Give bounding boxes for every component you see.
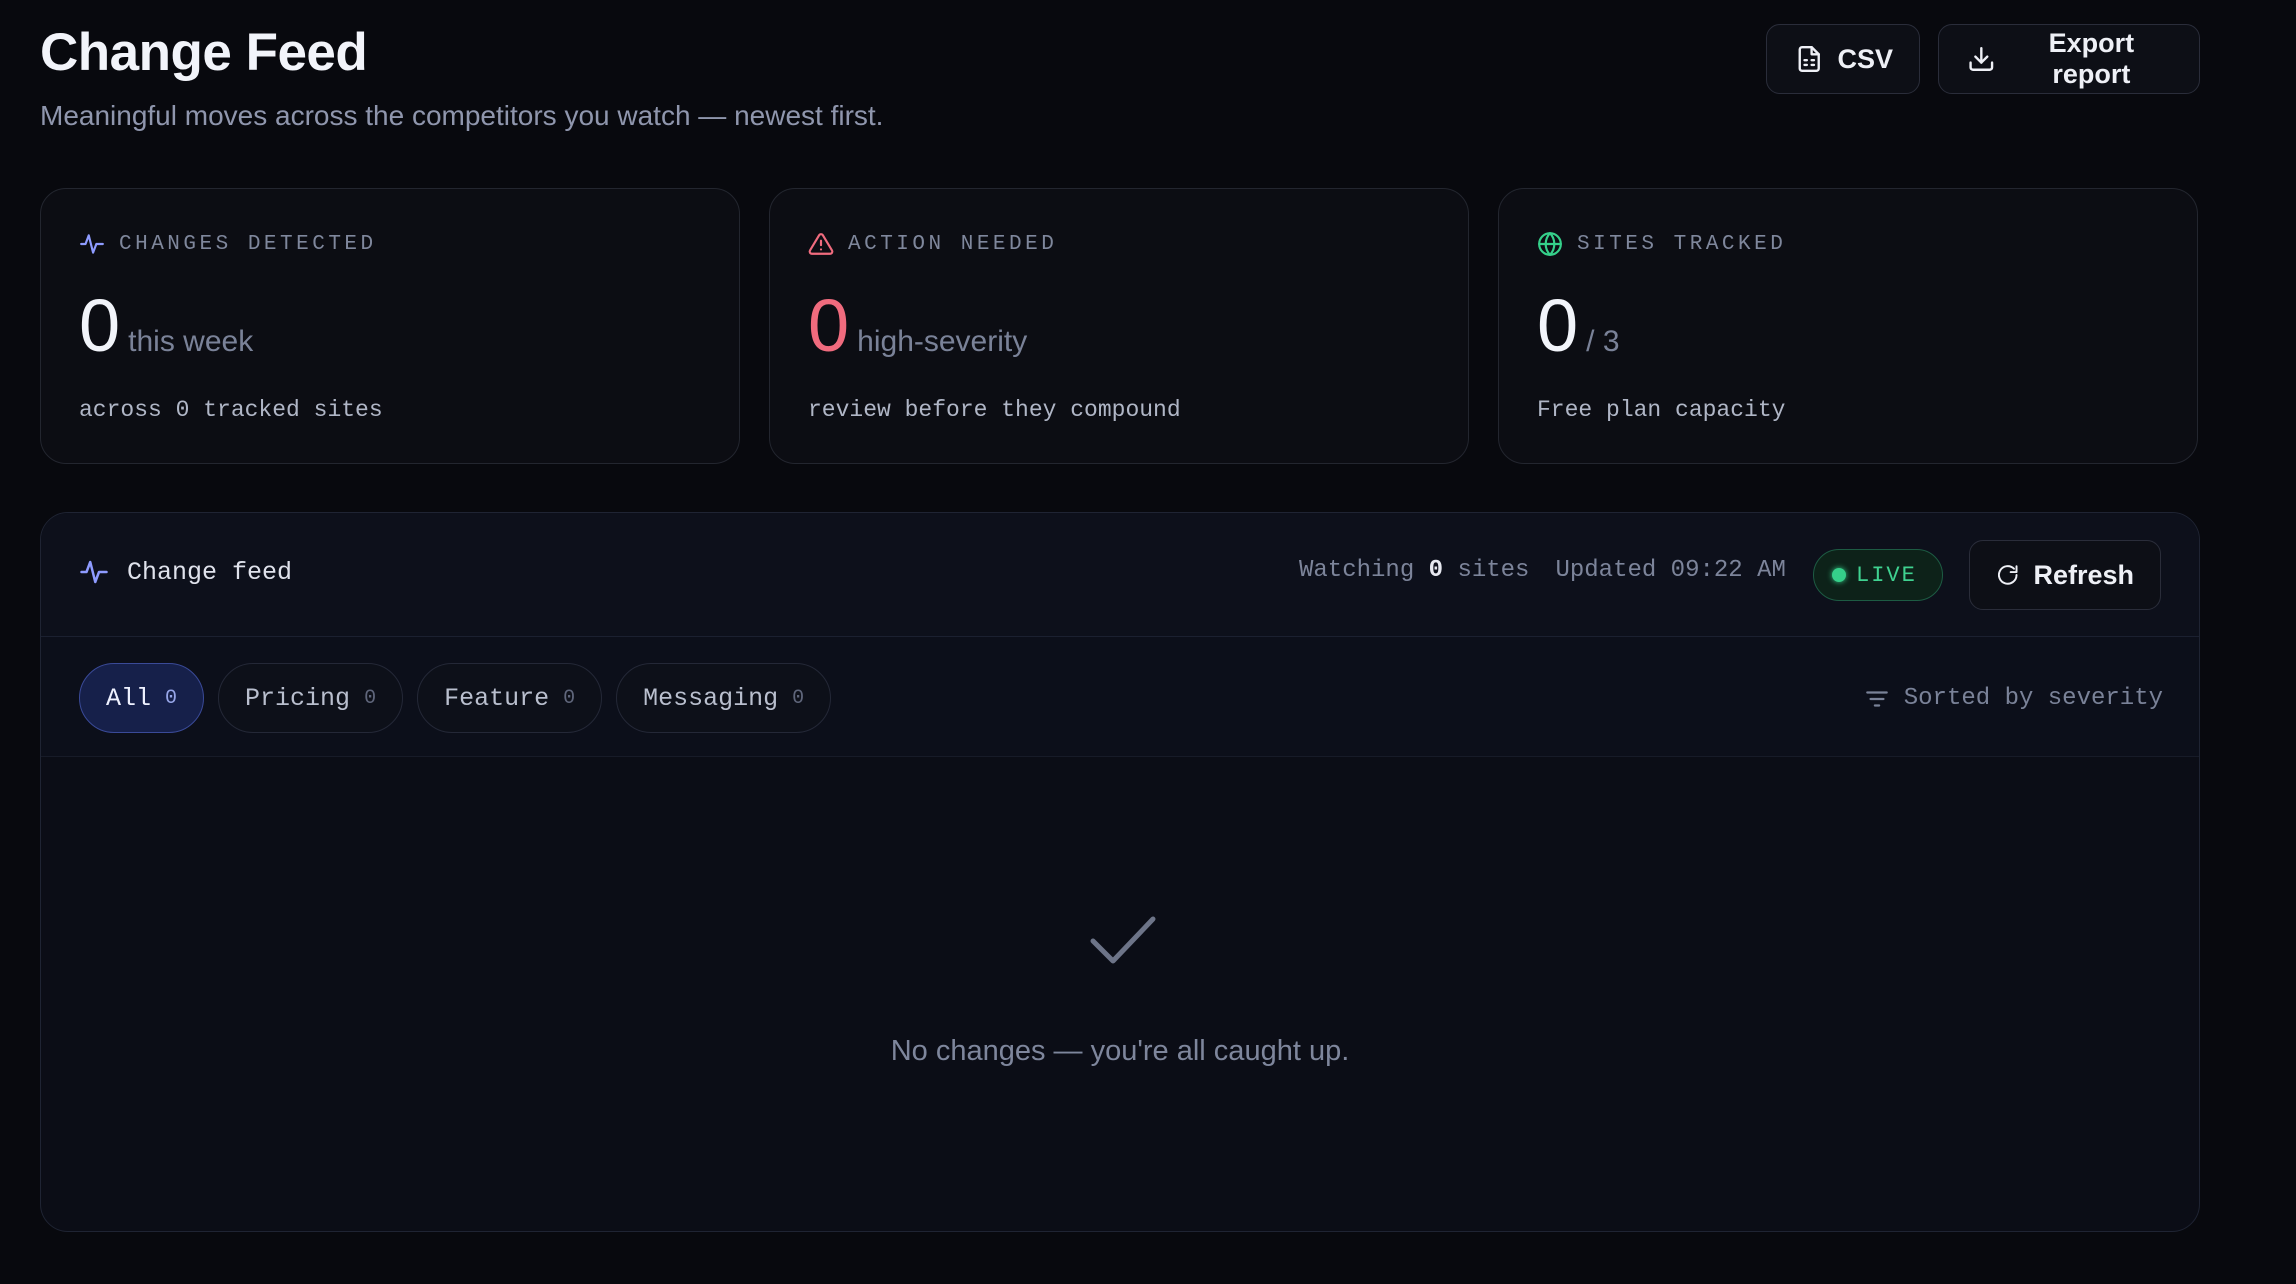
export-report-label: Export report: [2048, 28, 2135, 89]
chip-label: Feature: [444, 683, 550, 713]
page: Change Feed Meaningful moves across the …: [0, 0, 2296, 1284]
refresh-icon: [1998, 565, 2018, 585]
download-icon: [1969, 47, 1994, 71]
checkmark-icon: [1090, 916, 1156, 964]
stat-value-row: 0 this week: [79, 289, 253, 363]
stat-unit: this week: [128, 325, 254, 358]
stat-value-row: 0 / 3: [1537, 289, 1620, 363]
stat-card-changes-detected: CHANGES DETECTED 0 this week across 0 tr…: [40, 188, 740, 464]
stat-card-action-needed: ACTION NEEDED 0 high-severity review bef…: [769, 188, 1469, 464]
sort-lines-icon: [1865, 690, 1888, 707]
stat-label-text: ACTION NEEDED: [848, 232, 1058, 256]
watching-count: 0: [1428, 557, 1444, 584]
stat-value: 0: [1537, 284, 1579, 367]
stat-card-sites-tracked: SITES TRACKED 0 / 3 Free plan capacity: [1498, 188, 2198, 464]
watching-suffix: sites: [1457, 557, 1530, 584]
csv-button-label: CSV: [1837, 43, 1893, 74]
live-label: LIVE: [1856, 562, 1917, 588]
pulse-icon: [80, 560, 108, 584]
filter-chip-pricing[interactable]: Pricing 0: [218, 663, 404, 733]
stat-description: Free plan capacity: [1537, 397, 1786, 423]
chip-count: 0: [364, 686, 377, 710]
feed-meta: Watching 0 sites Updated 09:22 AM: [1299, 557, 1786, 584]
live-dot-icon: [1832, 568, 1846, 582]
chip-label: Messaging: [643, 683, 779, 713]
stat-unit: high-severity: [857, 325, 1028, 358]
export-report-button[interactable]: Export report: [1938, 24, 2200, 94]
filter-chip-messaging[interactable]: Messaging 0: [616, 663, 832, 733]
csv-button[interactable]: CSV: [1766, 24, 1920, 94]
watching-prefix: Watching: [1299, 557, 1415, 584]
warning-triangle-icon: [808, 233, 834, 255]
stat-unit: / 3: [1586, 325, 1620, 358]
feed-header: Change feed Watching 0 sites Updated 09:…: [41, 513, 2199, 637]
empty-state-message: No changes — you're all caught up.: [890, 1035, 1350, 1067]
feed-title: Change feed: [79, 557, 292, 587]
sort-control[interactable]: Sorted by severity: [1864, 685, 2163, 712]
page-subtitle: Meaningful moves across the competitors …: [40, 100, 884, 131]
globe-icon: [1538, 232, 1562, 256]
sort-label-text: Sorted by severity: [1903, 685, 2163, 712]
stat-description: review before they compound: [808, 397, 1181, 423]
page-title: Change Feed: [40, 23, 368, 82]
updated-timestamp: Updated 09:22 AM: [1555, 557, 1786, 584]
file-spreadsheet-icon: [1798, 45, 1820, 73]
pulse-icon: [80, 234, 104, 254]
feed-title-text: Change feed: [127, 557, 293, 587]
filter-chip-feature[interactable]: Feature 0: [417, 663, 603, 733]
empty-state: No changes — you're all caught up.: [41, 757, 2199, 1231]
stat-label-text: CHANGES DETECTED: [119, 232, 377, 256]
stat-label-text: SITES TRACKED: [1577, 232, 1787, 256]
chip-label: All: [106, 683, 152, 713]
stat-description: across 0 tracked sites: [79, 397, 383, 423]
live-badge: LIVE: [1813, 549, 1943, 601]
chip-count: 0: [792, 686, 805, 710]
stat-value: 0: [79, 284, 121, 367]
chip-count: 0: [563, 686, 576, 710]
stat-label: SITES TRACKED: [1537, 231, 1786, 257]
stat-value-row: 0 high-severity: [808, 289, 1027, 363]
watching-status: Watching 0 sites: [1299, 557, 1529, 584]
stat-label: CHANGES DETECTED: [79, 231, 377, 257]
stat-value: 0: [808, 284, 850, 367]
filter-chips: All 0 Pricing 0 Feature 0 Messaging 0: [79, 663, 832, 733]
chip-count: 0: [165, 686, 178, 710]
refresh-button[interactable]: Refresh: [1969, 540, 2161, 610]
filter-chip-all[interactable]: All 0: [79, 663, 205, 733]
refresh-label: Refresh: [2033, 559, 2134, 590]
chip-label: Pricing: [245, 683, 351, 713]
change-feed-panel: Change feed Watching 0 sites Updated 09:…: [40, 512, 2200, 1232]
stat-cards: CHANGES DETECTED 0 this week across 0 tr…: [40, 188, 2198, 464]
filter-bar: All 0 Pricing 0 Feature 0 Messaging 0 So…: [41, 637, 2199, 757]
stat-label: ACTION NEEDED: [808, 231, 1057, 257]
header-actions: CSV Export report: [1766, 24, 2200, 94]
